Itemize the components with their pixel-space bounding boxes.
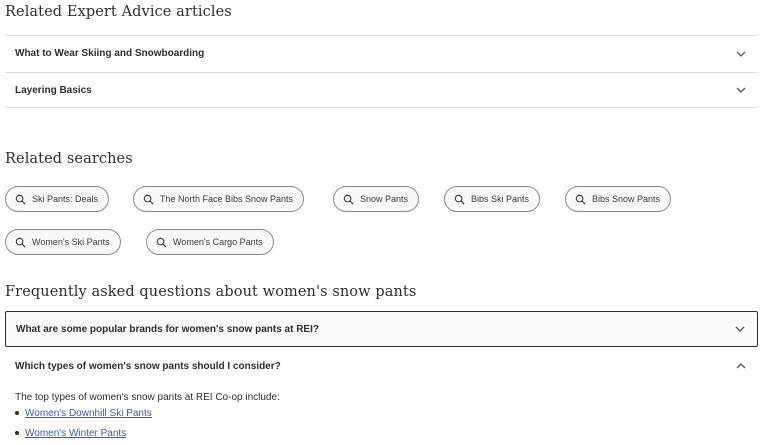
search-chip-north-face-bibs[interactable]: The North Face Bibs Snow Pants [133,186,305,212]
article-accordion-label: What to Wear Skiing and Snowboarding [15,48,205,59]
chevron-down-icon [736,87,746,93]
bullet [15,431,19,436]
chip-label: Women's Cargo Pants [173,237,263,247]
search-chip-bibs-snow-pants[interactable]: Bibs Snow Pants [565,186,672,212]
link-womens-downhill-ski-pants[interactable]: Women's Downhill Ski Pants [25,408,152,419]
search-icon [143,194,154,205]
faq-question: Which types of women's snow pants should… [15,360,281,372]
list-item: Women's Downhill Ski Pants [15,408,152,419]
chip-label: Ski Pants: Deals [32,194,99,204]
chip-label: Bibs Snow Pants [592,194,661,204]
article-accordion-layering-basics[interactable]: Layering Basics [5,72,758,108]
search-icon [454,194,465,205]
related-searches-title: Related searches [5,151,133,167]
faq-title: Frequently asked questions about women's… [5,284,417,300]
chip-label: The North Face Bibs Snow Pants [160,194,294,204]
chevron-down-icon [736,51,746,57]
chip-label: Women's Ski Pants [32,237,110,247]
search-chip-bibs-ski-pants[interactable]: Bibs Ski Pants [444,186,541,212]
search-icon [15,237,26,248]
search-icon [575,194,586,205]
faq-item-popular-brands[interactable]: What are some popular brands for women's… [5,311,758,347]
search-icon [15,194,26,205]
chevron-down-icon [735,326,745,332]
faq-question: What are some popular brands for women's… [16,323,319,335]
search-chip-ski-pants-deals[interactable]: Ski Pants: Deals [5,186,110,212]
faq-item-types[interactable]: Which types of women's snow pants should… [5,348,758,384]
search-chip-womens-ski-pants[interactable]: Women's Ski Pants [5,229,121,255]
search-icon [343,194,354,205]
chevron-up-icon [736,363,746,369]
faq-answer-intro: The top types of women's snow pants at R… [15,392,280,403]
link-womens-winter-pants[interactable]: Women's Winter Pants [25,428,126,439]
list-item: Women's Winter Pants [15,428,126,439]
chip-label: Bibs Ski Pants [471,194,530,204]
search-chip-snow-pants[interactable]: Snow Pants [333,186,420,212]
article-accordion-label: Layering Basics [15,84,92,96]
search-chip-womens-cargo-pants[interactable]: Women's Cargo Pants [146,229,274,255]
article-accordion-what-to-wear[interactable]: What to Wear Skiing and Snowboarding [5,35,758,71]
bullet [15,411,19,416]
search-icon [156,237,167,248]
related-articles-title: Related Expert Advice articles [5,4,232,20]
chip-label: Snow Pants [360,194,409,204]
